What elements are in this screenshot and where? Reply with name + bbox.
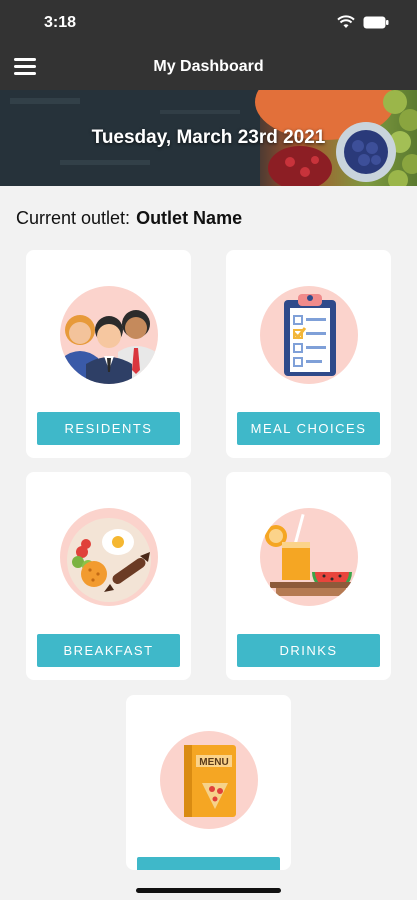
page-title: My Dashboard: [153, 58, 264, 75]
banner-date: Tuesday, March 23rd 2021: [91, 127, 326, 148]
meal-choices-button[interactable]: MEAL CHOICES: [237, 412, 380, 445]
date-banner: Tuesday, March 23rd 2021: [0, 90, 417, 186]
menu-button[interactable]: [137, 857, 280, 870]
menu-book-icon: MENU: [160, 731, 258, 829]
drinks-card[interactable]: DRINKS: [226, 472, 391, 680]
clipboard-checklist-icon: [260, 286, 358, 384]
breakfast-button[interactable]: BREAKFAST: [37, 634, 180, 667]
breakfast-card[interactable]: BREAKFAST: [26, 472, 191, 680]
drinks-button[interactable]: DRINKS: [237, 634, 380, 667]
status-time: 3:18: [44, 14, 77, 31]
meal-choices-card[interactable]: MEAL CHOICES: [226, 250, 391, 458]
residents-icon: [60, 286, 158, 384]
current-outlet: Current outlet: Outlet Name: [16, 208, 242, 229]
status-icons: [337, 15, 389, 29]
menu-book-label: MENU: [199, 757, 228, 768]
battery-icon: [363, 16, 389, 28]
current-outlet-name[interactable]: Outlet Name: [136, 208, 242, 228]
menu-card[interactable]: MENU: [126, 695, 291, 870]
home-indicator[interactable]: [136, 888, 281, 893]
wifi-icon: [337, 15, 355, 28]
nav-bar: My Dashboard: [0, 44, 417, 90]
current-outlet-label: Current outlet:: [16, 208, 131, 228]
status-bar: 3:18: [0, 0, 417, 44]
residents-card[interactable]: RESIDENTS: [26, 250, 191, 458]
drinks-tray-icon: [260, 508, 358, 606]
breakfast-plate-icon: [60, 508, 158, 606]
residents-button[interactable]: RESIDENTS: [37, 412, 180, 445]
